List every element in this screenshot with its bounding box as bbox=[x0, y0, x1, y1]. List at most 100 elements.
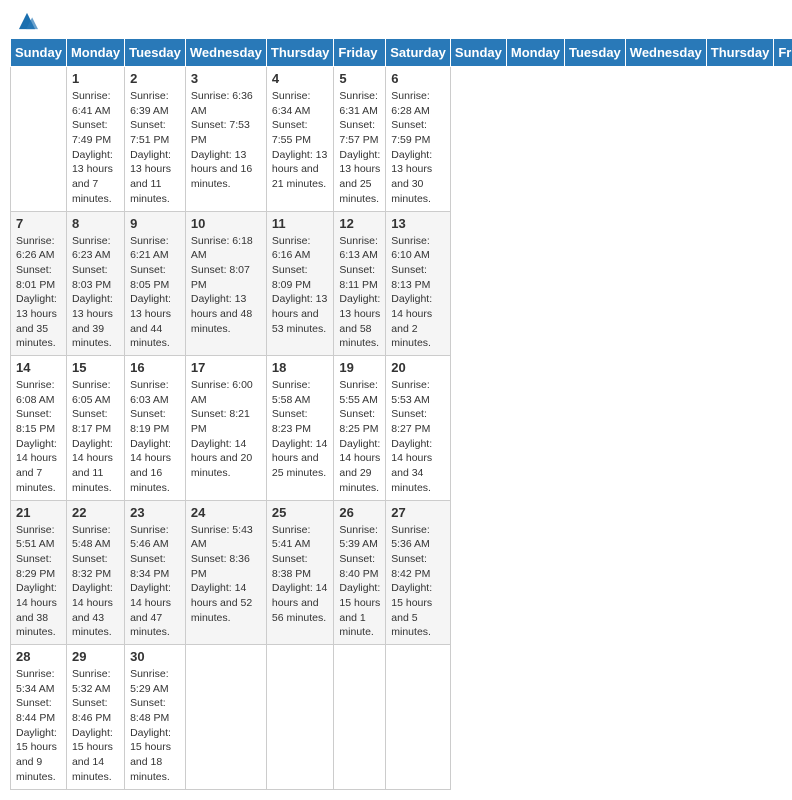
day-info: Sunrise: 5:41 AMSunset: 8:38 PMDaylight:… bbox=[272, 523, 329, 626]
calendar-cell: 6 Sunrise: 6:28 AMSunset: 7:59 PMDaylight… bbox=[386, 67, 451, 212]
day-info: Sunrise: 6:18 AMSunset: 8:07 PMDaylight:… bbox=[191, 234, 261, 337]
calendar-cell: 5 Sunrise: 6:31 AMSunset: 7:57 PMDaylight… bbox=[334, 67, 386, 212]
calendar-cell: 20 Sunrise: 5:53 AMSunset: 8:27 PMDayligh… bbox=[386, 356, 451, 501]
day-number: 14 bbox=[16, 360, 61, 375]
calendar-week-4: 21 Sunrise: 5:51 AMSunset: 8:29 PMDayligh… bbox=[11, 500, 792, 645]
day-info: Sunrise: 6:26 AMSunset: 8:01 PMDaylight:… bbox=[16, 234, 61, 352]
day-number: 24 bbox=[191, 505, 261, 520]
day-number: 18 bbox=[272, 360, 329, 375]
calendar-week-3: 14 Sunrise: 6:08 AMSunset: 8:15 PMDayligh… bbox=[11, 356, 792, 501]
page-header bbox=[10, 10, 782, 32]
day-number: 27 bbox=[391, 505, 445, 520]
day-number: 6 bbox=[391, 71, 445, 86]
logo bbox=[14, 10, 38, 32]
calendar-week-2: 7 Sunrise: 6:26 AMSunset: 8:01 PMDaylight… bbox=[11, 211, 792, 356]
day-number: 16 bbox=[130, 360, 180, 375]
column-header-wednesday: Wednesday bbox=[185, 39, 266, 67]
day-number: 8 bbox=[72, 216, 119, 231]
day-number: 9 bbox=[130, 216, 180, 231]
day-number: 11 bbox=[272, 216, 329, 231]
day-number: 21 bbox=[16, 505, 61, 520]
day-number: 30 bbox=[130, 649, 180, 664]
column-header-monday: Monday bbox=[66, 39, 124, 67]
column-header-friday: Friday bbox=[774, 39, 792, 67]
day-info: Sunrise: 6:36 AMSunset: 7:53 PMDaylight:… bbox=[191, 89, 261, 192]
column-header-thursday: Thursday bbox=[266, 39, 334, 67]
day-info: Sunrise: 6:03 AMSunset: 8:19 PMDaylight:… bbox=[130, 378, 180, 496]
day-info: Sunrise: 6:31 AMSunset: 7:57 PMDaylight:… bbox=[339, 89, 380, 207]
day-number: 29 bbox=[72, 649, 119, 664]
calendar-cell: 17 Sunrise: 6:00 AMSunset: 8:21 PMDayligh… bbox=[185, 356, 266, 501]
day-info: Sunrise: 6:39 AMSunset: 7:51 PMDaylight:… bbox=[130, 89, 180, 207]
calendar-cell: 26Sunrise: 5:39 AMSunset: 8:40 PMDayligh… bbox=[334, 500, 386, 645]
day-number: 13 bbox=[391, 216, 445, 231]
column-header-monday: Monday bbox=[506, 39, 564, 67]
calendar-cell: 27 Sunrise: 5:36 AMSunset: 8:42 PMDayligh… bbox=[386, 500, 451, 645]
day-info: Sunrise: 5:53 AMSunset: 8:27 PMDaylight:… bbox=[391, 378, 445, 496]
day-number: 12 bbox=[339, 216, 380, 231]
column-header-tuesday: Tuesday bbox=[125, 39, 186, 67]
day-info: Sunrise: 6:16 AMSunset: 8:09 PMDaylight:… bbox=[272, 234, 329, 337]
day-number: 4 bbox=[272, 71, 329, 86]
column-header-tuesday: Tuesday bbox=[565, 39, 626, 67]
calendar-cell: 7 Sunrise: 6:26 AMSunset: 8:01 PMDaylight… bbox=[11, 211, 67, 356]
day-number: 22 bbox=[72, 505, 119, 520]
day-info: Sunrise: 6:28 AMSunset: 7:59 PMDaylight:… bbox=[391, 89, 445, 207]
calendar-cell: 10Sunrise: 6:18 AMSunset: 8:07 PMDayligh… bbox=[185, 211, 266, 356]
day-number: 20 bbox=[391, 360, 445, 375]
day-number: 26 bbox=[339, 505, 380, 520]
day-number: 1 bbox=[72, 71, 119, 86]
day-info: Sunrise: 6:34 AMSunset: 7:55 PMDaylight:… bbox=[272, 89, 329, 192]
day-info: Sunrise: 5:34 AMSunset: 8:44 PMDaylight:… bbox=[16, 667, 61, 785]
column-header-sunday: Sunday bbox=[11, 39, 67, 67]
day-number: 15 bbox=[72, 360, 119, 375]
calendar-cell: 19 Sunrise: 5:55 AMSunset: 8:25 PMDayligh… bbox=[334, 356, 386, 501]
calendar-cell bbox=[266, 645, 334, 790]
day-number: 19 bbox=[339, 360, 380, 375]
day-number: 23 bbox=[130, 505, 180, 520]
calendar-cell: 15Sunrise: 6:05 AMSunset: 8:17 PMDayligh… bbox=[66, 356, 124, 501]
column-header-sunday: Sunday bbox=[450, 39, 506, 67]
column-header-friday: Friday bbox=[334, 39, 386, 67]
calendar-cell: 1Sunrise: 6:41 AMSunset: 7:49 PMDaylight… bbox=[66, 67, 124, 212]
calendar-cell: 4 Sunrise: 6:34 AMSunset: 7:55 PMDaylight… bbox=[266, 67, 334, 212]
day-info: Sunrise: 5:51 AMSunset: 8:29 PMDaylight:… bbox=[16, 523, 61, 641]
day-number: 17 bbox=[191, 360, 261, 375]
calendar-cell: 22 Sunrise: 5:48 AMSunset: 8:32 PMDayligh… bbox=[66, 500, 124, 645]
calendar-cell: 30 Sunrise: 5:29 AMSunset: 8:48 PMDayligh… bbox=[125, 645, 186, 790]
day-info: Sunrise: 5:43 AMSunset: 8:36 PMDaylight:… bbox=[191, 523, 261, 626]
column-header-saturday: Saturday bbox=[386, 39, 451, 67]
day-info: Sunrise: 5:46 AMSunset: 8:34 PMDaylight:… bbox=[130, 523, 180, 641]
column-header-wednesday: Wednesday bbox=[625, 39, 706, 67]
calendar-cell: 23 Sunrise: 5:46 AMSunset: 8:34 PMDayligh… bbox=[125, 500, 186, 645]
calendar-cell: 29Sunrise: 5:32 AMSunset: 8:46 PMDayligh… bbox=[66, 645, 124, 790]
calendar-cell: 25 Sunrise: 5:41 AMSunset: 8:38 PMDayligh… bbox=[266, 500, 334, 645]
calendar-cell: 18 Sunrise: 5:58 AMSunset: 8:23 PMDayligh… bbox=[266, 356, 334, 501]
day-info: Sunrise: 5:58 AMSunset: 8:23 PMDaylight:… bbox=[272, 378, 329, 481]
day-info: Sunrise: 6:00 AMSunset: 8:21 PMDaylight:… bbox=[191, 378, 261, 481]
day-info: Sunrise: 5:36 AMSunset: 8:42 PMDaylight:… bbox=[391, 523, 445, 641]
calendar-cell: 16 Sunrise: 6:03 AMSunset: 8:19 PMDayligh… bbox=[125, 356, 186, 501]
calendar-cell: 14 Sunrise: 6:08 AMSunset: 8:15 PMDayligh… bbox=[11, 356, 67, 501]
calendar-table: SundayMondayTuesdayWednesdayThursdayFrid… bbox=[10, 38, 792, 790]
day-number: 25 bbox=[272, 505, 329, 520]
calendar-cell: 9Sunrise: 6:21 AMSunset: 8:05 PMDaylight… bbox=[125, 211, 186, 356]
calendar-week-5: 28 Sunrise: 5:34 AMSunset: 8:44 PMDayligh… bbox=[11, 645, 792, 790]
calendar-cell bbox=[386, 645, 451, 790]
day-number: 5 bbox=[339, 71, 380, 86]
calendar-cell: 21 Sunrise: 5:51 AMSunset: 8:29 PMDayligh… bbox=[11, 500, 67, 645]
calendar-cell: 28 Sunrise: 5:34 AMSunset: 8:44 PMDayligh… bbox=[11, 645, 67, 790]
day-info: Sunrise: 6:13 AMSunset: 8:11 PMDaylight:… bbox=[339, 234, 380, 352]
calendar-header-row: SundayMondayTuesdayWednesdayThursdayFrid… bbox=[11, 39, 792, 67]
logo-icon bbox=[16, 10, 38, 32]
calendar-cell: 12 Sunrise: 6:13 AMSunset: 8:11 PMDayligh… bbox=[334, 211, 386, 356]
day-number: 28 bbox=[16, 649, 61, 664]
calendar-cell bbox=[334, 645, 386, 790]
day-info: Sunrise: 5:29 AMSunset: 8:48 PMDaylight:… bbox=[130, 667, 180, 785]
day-info: Sunrise: 5:55 AMSunset: 8:25 PMDaylight:… bbox=[339, 378, 380, 496]
day-info: Sunrise: 6:08 AMSunset: 8:15 PMDaylight:… bbox=[16, 378, 61, 496]
day-number: 7 bbox=[16, 216, 61, 231]
calendar-cell: 13Sunrise: 6:10 AMSunset: 8:13 PMDayligh… bbox=[386, 211, 451, 356]
day-number: 2 bbox=[130, 71, 180, 86]
day-info: Sunrise: 5:48 AMSunset: 8:32 PMDaylight:… bbox=[72, 523, 119, 641]
